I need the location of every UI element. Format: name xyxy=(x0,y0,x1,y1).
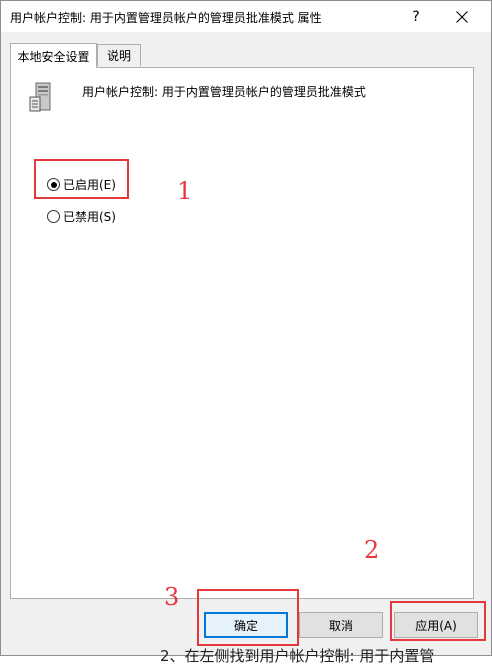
annotation-number-3: 3 xyxy=(164,583,180,611)
annotation-box-enabled xyxy=(34,159,129,199)
cancel-label: 取消 xyxy=(328,618,353,633)
annotation-box-ok xyxy=(197,589,299,646)
close-icon xyxy=(456,10,468,23)
properties-dialog: 用户帐户控制: 用于内置管理员帐户的管理员批准模式 属性 ? 本地安全设置 说明… xyxy=(0,0,492,656)
window-title: 用户帐户控制: 用于内置管理员帐户的管理员批准模式 属性 xyxy=(10,11,322,25)
tab-panel: 用户帐户控制: 用于内置管理员帐户的管理员批准模式 已启用(E) 已禁用(S) xyxy=(10,67,474,599)
help-button[interactable]: ? xyxy=(401,1,431,32)
annotation-number-1: 1 xyxy=(177,177,193,205)
close-button[interactable] xyxy=(445,1,479,32)
help-label: ? xyxy=(412,8,420,25)
radio-disabled[interactable] xyxy=(47,210,60,223)
server-icon xyxy=(29,82,51,112)
tab-explain[interactable]: 说明 xyxy=(97,44,141,66)
policy-name: 用户帐户控制: 用于内置管理员帐户的管理员批准模式 xyxy=(82,85,366,99)
tab-local-security-setting[interactable]: 本地安全设置 xyxy=(10,43,97,68)
annotation-number-2: 2 xyxy=(364,536,380,564)
disabled-label: 已禁用(S) xyxy=(63,210,116,224)
tab-label: 本地安全设置 xyxy=(17,49,90,64)
cancel-button[interactable]: 取消 xyxy=(299,612,383,638)
annotation-box-apply xyxy=(390,601,486,641)
tab-label: 说明 xyxy=(106,49,131,63)
disabled-option[interactable]: 已禁用(S) xyxy=(47,208,116,225)
title-bar: 用户帐户控制: 用于内置管理员帐户的管理员批准模式 属性 ? xyxy=(1,1,491,32)
